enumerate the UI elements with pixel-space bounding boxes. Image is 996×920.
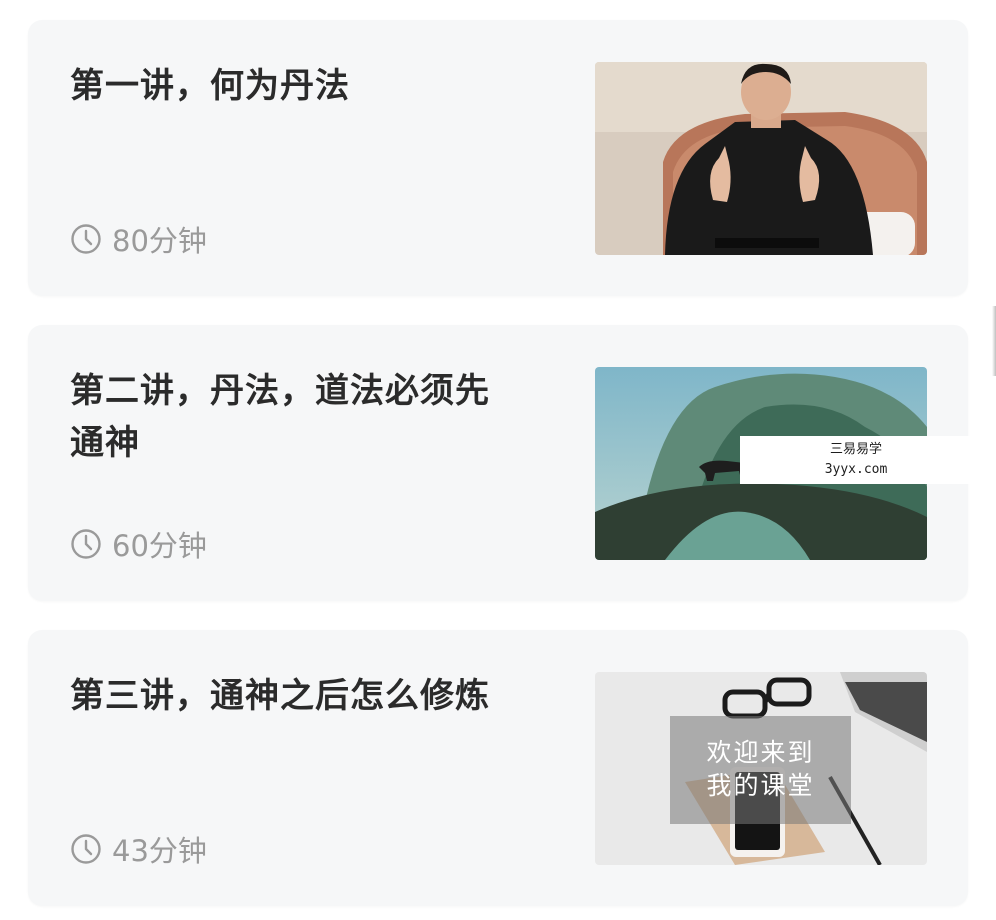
clock-icon [71, 224, 101, 254]
edge-shadow [992, 306, 996, 376]
thumbnail-caption-line1: 欢迎来到 [706, 738, 815, 767]
lesson-thumbnail[interactable]: 欢迎来到 我的课堂 [595, 672, 927, 865]
lesson-duration: 60分钟 [70, 523, 207, 565]
thumbnail-caption-line2: 我的课堂 [706, 771, 815, 800]
lesson-thumbnail[interactable] [595, 62, 927, 255]
duration-text: 43分钟 [112, 834, 207, 868]
watermark: 三易易学 3yyx.com [740, 436, 972, 484]
lesson-list-page: 第一讲，何为丹法 80分钟 第二讲，丹法，道法必须先通神 60分钟 第三讲，通神… [0, 0, 996, 920]
lesson-title: 第三讲，通神之后怎么修炼 [70, 676, 490, 716]
lesson-duration: 43分钟 [70, 828, 207, 870]
lesson-duration: 80分钟 [70, 218, 207, 260]
meditation-photo-icon [595, 62, 927, 255]
duration-text: 80分钟 [112, 224, 207, 258]
lesson-card-3[interactable]: 第三讲，通神之后怎么修炼 43分钟 欢迎来到 我的课堂 [28, 630, 968, 906]
lesson-title: 第一讲，何为丹法 [70, 66, 350, 106]
clock-icon [71, 834, 101, 864]
lesson-title: 第二讲，丹法，道法必须先通神 [70, 371, 490, 463]
lesson-card-1[interactable]: 第一讲，何为丹法 80分钟 [28, 20, 968, 296]
watermark-line2: 3yyx.com [824, 462, 888, 477]
clock-icon [71, 529, 101, 559]
duration-text: 60分钟 [112, 529, 207, 563]
watermark-line1: 三易易学 [829, 442, 882, 457]
thumbnail-caption-overlay: 欢迎来到 我的课堂 [670, 716, 851, 824]
